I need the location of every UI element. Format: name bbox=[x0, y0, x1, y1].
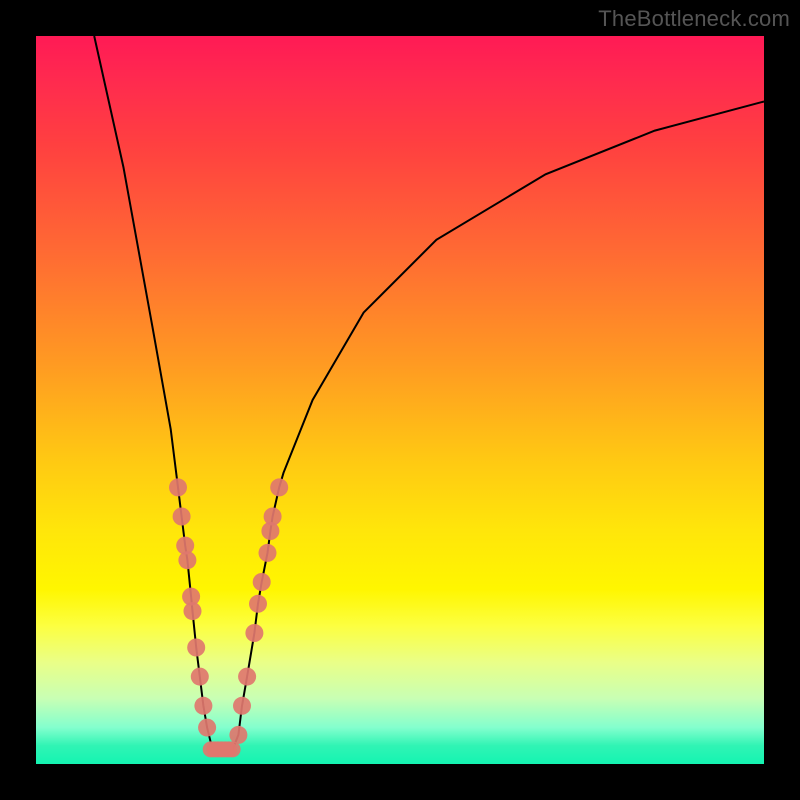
data-marker bbox=[249, 595, 267, 613]
plot-area bbox=[36, 36, 764, 764]
chart-container: TheBottleneck.com bbox=[0, 0, 800, 800]
data-marker bbox=[229, 726, 247, 744]
data-marker bbox=[264, 508, 282, 526]
data-marker bbox=[169, 478, 187, 496]
data-marker bbox=[253, 573, 271, 591]
data-marker bbox=[245, 624, 263, 642]
data-marker bbox=[187, 639, 205, 657]
data-marker bbox=[238, 668, 256, 686]
data-marker bbox=[178, 551, 196, 569]
watermark-text: TheBottleneck.com bbox=[598, 6, 790, 32]
data-marker bbox=[259, 544, 277, 562]
data-marker bbox=[191, 668, 209, 686]
data-marker bbox=[233, 697, 251, 715]
data-marker bbox=[198, 719, 216, 737]
data-marker bbox=[270, 478, 288, 496]
data-marker bbox=[194, 697, 212, 715]
data-marker bbox=[173, 508, 191, 526]
curve-svg bbox=[36, 36, 764, 764]
data-marker bbox=[184, 602, 202, 620]
marker-group bbox=[169, 478, 288, 757]
